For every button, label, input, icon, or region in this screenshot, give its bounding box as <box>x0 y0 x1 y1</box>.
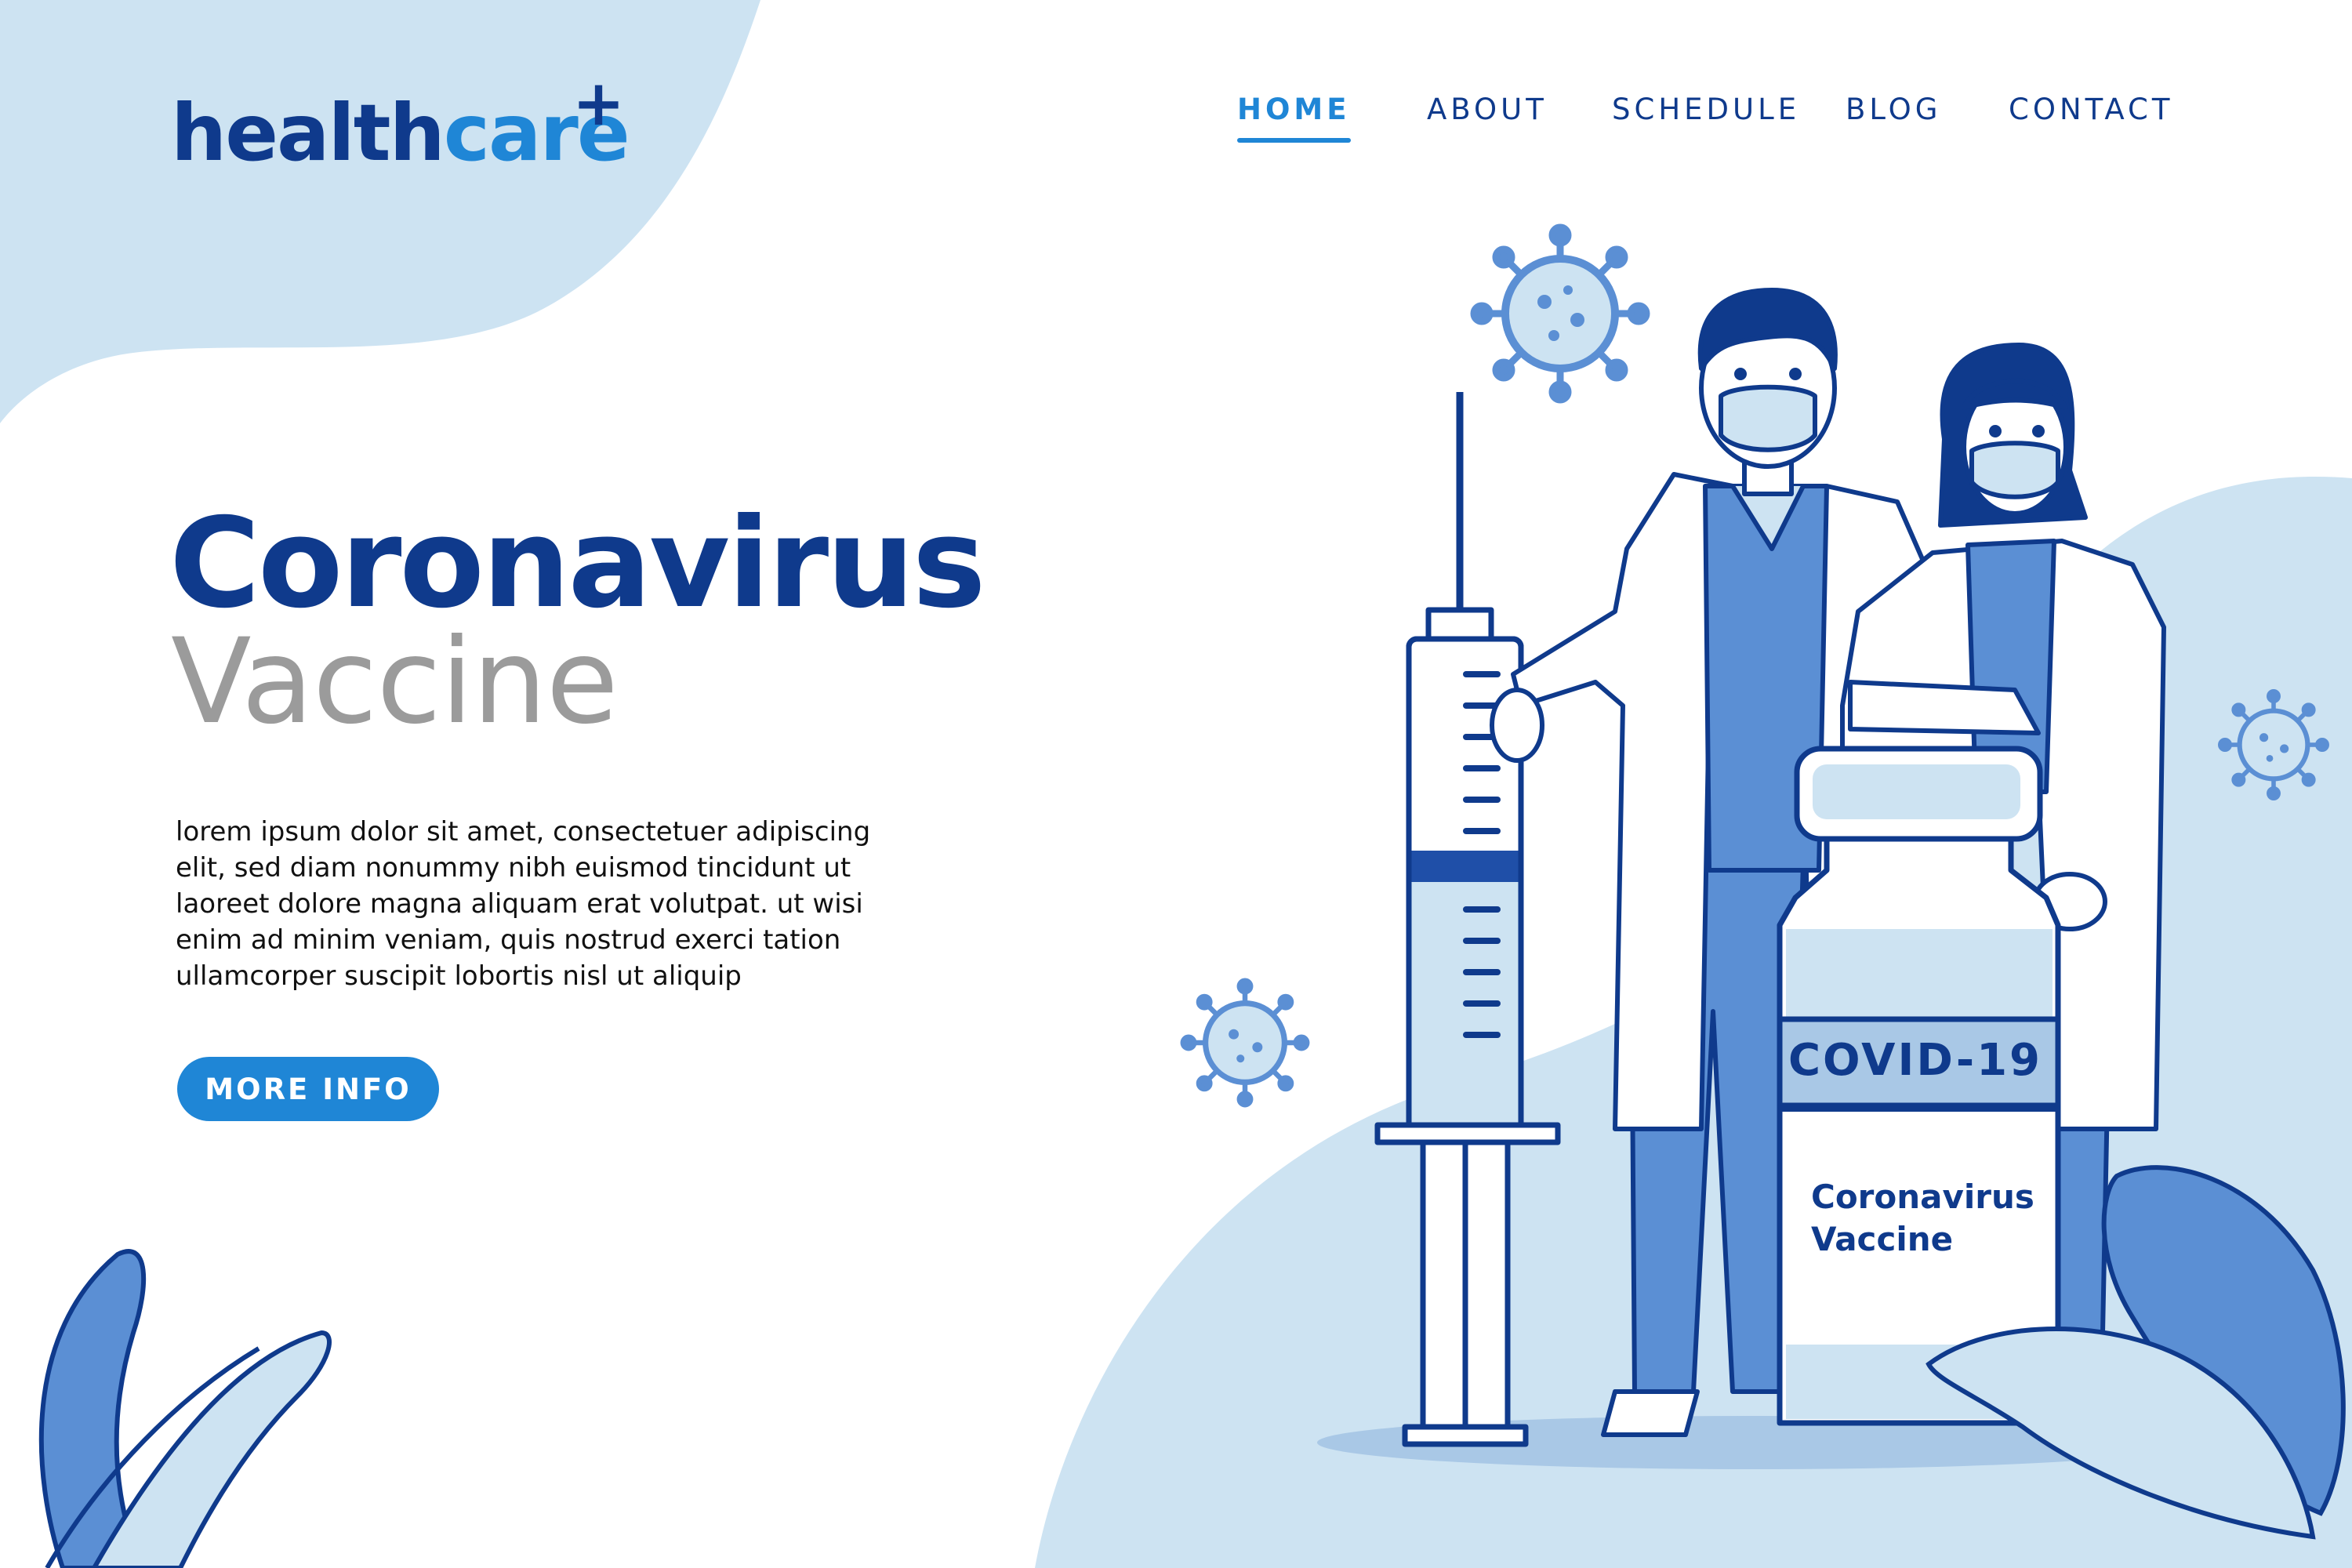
body-line: laoreet dolore magna aliquam erat volutp… <box>176 888 863 920</box>
body-line: lorem ipsum dolor sit amet, consectetuer… <box>176 816 871 848</box>
hero-title-line1: Coronavirus <box>169 492 986 636</box>
leaf-decoration <box>38 1249 332 1568</box>
nav-home[interactable]: HOME <box>1237 93 1351 143</box>
vial-label-line2: Vaccine <box>1811 1220 1954 1258</box>
logo-text-health: health <box>171 87 445 179</box>
more-info-button-label: MORE INFO <box>205 1072 412 1106</box>
healthcare-logo[interactable]: healthcare + <box>171 72 630 172</box>
nav-contact[interactable]: CONTACT <box>2009 93 2173 126</box>
hero-title-line2: Vaccine <box>171 614 619 750</box>
nav-schedule[interactable]: SCHEDULE <box>1612 93 1800 126</box>
hero-body-text: lorem ipsum dolor sit amet, consectetuer… <box>176 814 871 994</box>
nav-home-label: HOME <box>1237 93 1351 126</box>
more-info-button[interactable]: MORE INFO <box>177 1057 439 1121</box>
nav-about[interactable]: ABOUT <box>1427 93 1548 126</box>
top-left-blob <box>0 0 760 423</box>
plus-icon: + <box>572 67 625 140</box>
virus-icon <box>1180 978 1310 1108</box>
vial-label-line1: Coronavirus <box>1811 1178 2034 1216</box>
background-illustration <box>0 0 2352 1568</box>
active-nav-indicator <box>1237 138 1351 143</box>
vial-label: Coronavirus Vaccine <box>1811 1176 2034 1261</box>
body-line: elit, sed diam nonummy nibh euismod tinc… <box>176 852 851 884</box>
virus-icon <box>2218 689 2329 800</box>
body-line: enim ad minim veniam, quis nostrud exerc… <box>176 924 841 956</box>
vial-band-label: COVID-19 <box>1788 1035 2043 1086</box>
virus-icon <box>1470 223 1650 404</box>
body-line: ullamcorper suscipit lobortis nisl ut al… <box>176 960 742 992</box>
nav-blog[interactable]: BLOG <box>1846 93 1941 126</box>
